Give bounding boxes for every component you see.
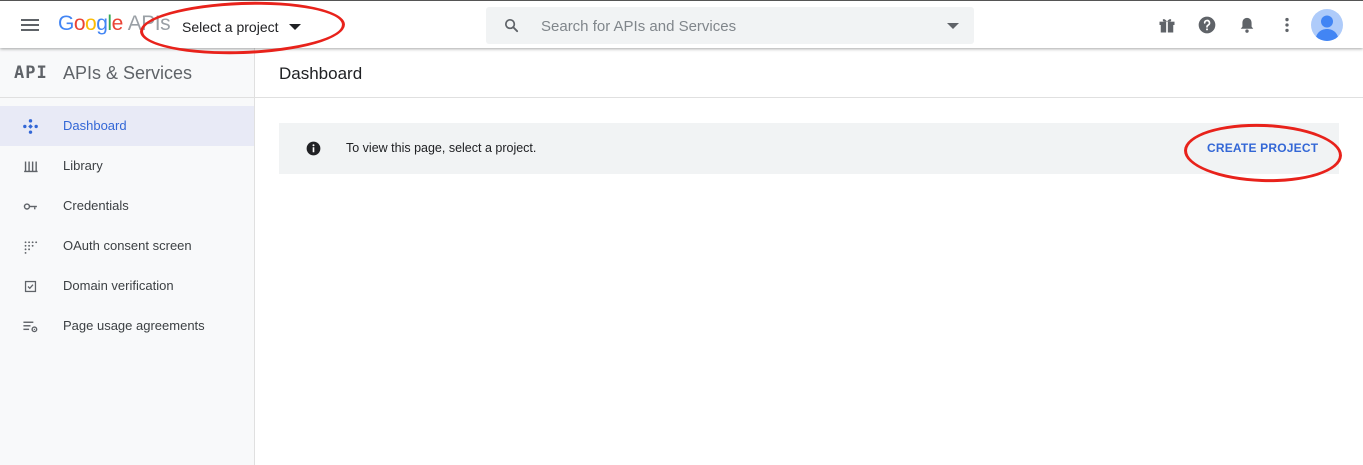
logo-letter: g	[96, 12, 108, 35]
sidebar-header: API APIs & Services	[0, 48, 254, 98]
account-avatar[interactable]	[1311, 9, 1343, 41]
sidebar-item-library[interactable]: Library	[0, 146, 254, 186]
checkbox-icon	[24, 280, 37, 293]
notice-message: To view this page, select a project.	[346, 141, 537, 155]
sidebar-item-dashboard[interactable]: Dashboard	[0, 106, 254, 146]
main-content: Dashboard To view this page, select a pr…	[255, 48, 1363, 465]
sidebar-item-label: Library	[63, 158, 103, 173]
sidebar-item-label: Credentials	[63, 198, 129, 213]
search-icon[interactable]	[503, 17, 520, 34]
account-person-icon	[1315, 15, 1339, 41]
page-title: Dashboard	[279, 64, 363, 83]
arrow-drop-down-icon	[288, 24, 301, 30]
settings-list-icon	[23, 321, 38, 333]
search-bar	[486, 7, 974, 44]
more-vert-icon[interactable]	[1277, 15, 1297, 35]
logo-letter: e	[111, 12, 124, 35]
sidebar-item-page-usage-agreements[interactable]: Page usage agreements	[0, 306, 254, 346]
nav-list: Dashboard Library Credentials OAuth cons…	[0, 106, 254, 346]
project-selector[interactable]: Select a project	[172, 14, 311, 40]
menu-icon[interactable]	[14, 11, 46, 39]
sidebar-item-label: OAuth consent screen	[63, 238, 192, 253]
gift-icon[interactable]	[1157, 15, 1177, 35]
sidebar-item-domain-verification[interactable]: Domain verification	[0, 266, 254, 306]
logo-letter: o	[73, 12, 86, 35]
google-apis-logo[interactable]: Google APIs	[58, 12, 171, 38]
dashboard-diamond-icon	[23, 119, 38, 134]
logo-letter: G	[58, 12, 74, 35]
help-icon[interactable]	[1197, 15, 1217, 35]
key-icon	[23, 203, 37, 210]
sidebar-item-label: Dashboard	[63, 118, 127, 133]
consent-grid-icon	[24, 241, 38, 254]
logo-suffix: APIs	[127, 12, 171, 35]
project-selector-label: Select a project	[182, 19, 279, 35]
search-input[interactable]	[541, 15, 921, 37]
notifications-icon[interactable]	[1237, 15, 1257, 35]
sidebar-item-label: Domain verification	[63, 278, 174, 293]
top-app-bar: Google APIs Select a project	[0, 0, 1363, 48]
select-project-notice: To view this page, select a project. CRE…	[279, 123, 1339, 174]
search-options-dropdown-icon[interactable]	[947, 23, 959, 29]
sidebar-title: APIs & Services	[63, 63, 193, 83]
sidebar-item-oauth-consent-screen[interactable]: OAuth consent screen	[0, 226, 254, 266]
library-icon	[24, 161, 38, 173]
info-icon	[306, 141, 321, 156]
left-navigation: API APIs & Services Dashboard Library Cr…	[0, 48, 255, 465]
sidebar-item-credentials[interactable]: Credentials	[0, 186, 254, 226]
create-project-button[interactable]: CREATE PROJECT	[1199, 136, 1326, 160]
divider	[255, 97, 1363, 98]
logo-letter: o	[85, 12, 97, 35]
api-brand-icon: API	[14, 63, 48, 83]
sidebar-item-label: Page usage agreements	[63, 318, 205, 333]
